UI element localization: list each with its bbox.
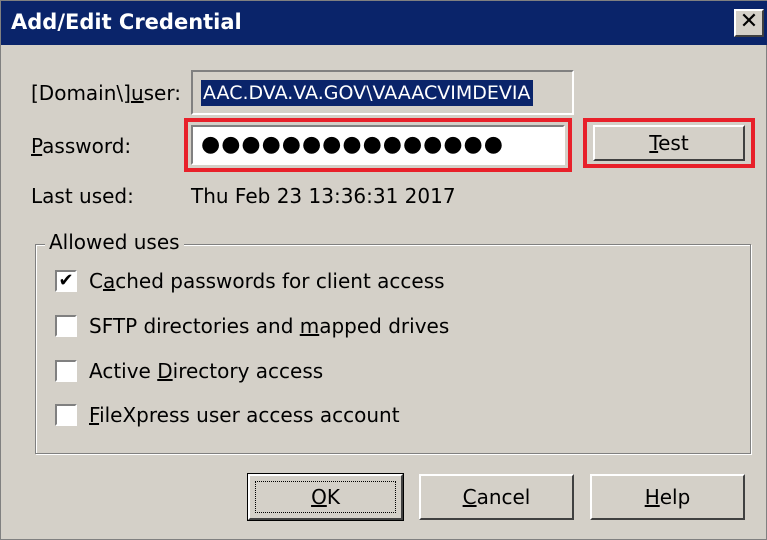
help-button[interactable]: Help <box>590 474 745 520</box>
test-button[interactable]: Test <box>593 125 745 161</box>
close-icon: ✕ <box>739 9 759 34</box>
user-value-selected: AAC.DVA.VA.GOV\VAAACVIMDEVIA <box>201 80 533 106</box>
title-bar[interactable]: Add/Edit Credential ✕ <box>1 1 767 45</box>
password-field[interactable]: ●●●●●●●●●●●●●●● <box>191 125 565 165</box>
checkbox-unchecked-icon[interactable] <box>55 315 77 337</box>
close-button[interactable]: ✕ <box>734 9 764 37</box>
ok-button[interactable]: OK <box>247 473 404 521</box>
checkbox-label: Active Directory access <box>89 359 324 383</box>
user-label: [Domain\]user: <box>31 81 181 105</box>
add-edit-credential-dialog: Add/Edit Credential ✕ [Domain\]user: AAC… <box>0 0 767 540</box>
cancel-button[interactable]: Cancel <box>419 474 574 520</box>
checkbox-unchecked-icon[interactable] <box>55 360 77 382</box>
checkbox-label: SFTP directories and mapped drives <box>89 314 450 338</box>
user-field[interactable]: AAC.DVA.VA.GOV\VAAACVIMDEVIA <box>191 70 574 115</box>
checkbox-label: FileXpress user access account <box>89 403 400 427</box>
last-used-value: Thu Feb 23 13:36:31 2017 <box>191 184 456 208</box>
focus-rectangle <box>255 481 396 513</box>
password-masked-value: ●●●●●●●●●●●●●●● <box>201 132 504 157</box>
allowed-uses-legend: Allowed uses <box>45 230 184 254</box>
checkbox-label: Cached passwords for client access <box>89 269 445 293</box>
last-used-label: Last used: <box>31 184 134 208</box>
checkbox-unchecked-icon[interactable] <box>55 404 77 426</box>
checkbox-checked-icon[interactable]: ✔ <box>55 270 77 292</box>
password-label: Password: <box>31 134 132 158</box>
dialog-title: Add/Edit Credential <box>11 10 242 34</box>
